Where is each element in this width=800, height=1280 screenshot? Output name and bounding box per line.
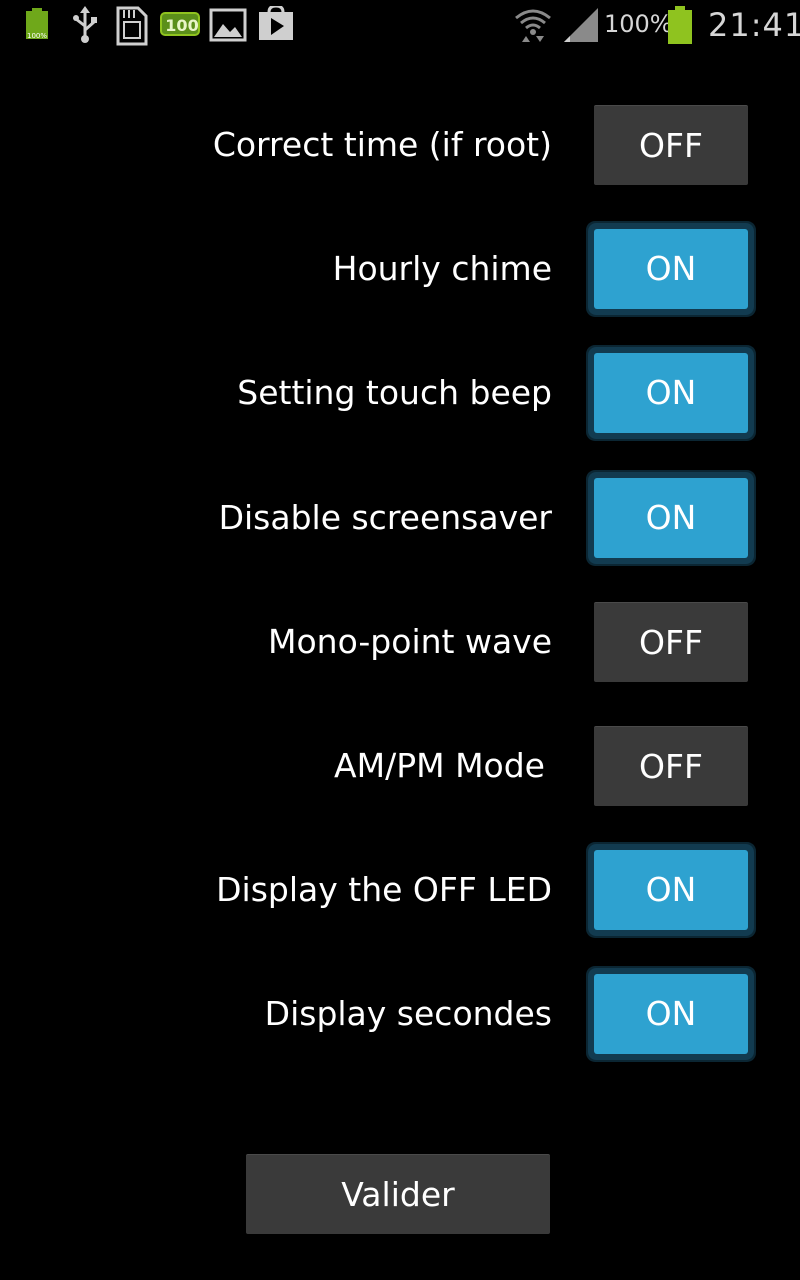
setting-label: AM/PM Mode [334,746,545,785]
status-bar: 100% 100 100% 21:41 [0,0,800,50]
battery-percent: 100% [604,10,673,38]
setting-label: Mono-point wave [268,622,552,661]
setting-row-disable-screensaver: Disable screensaver ON [0,473,800,563]
setting-row-mono-point-wave: Mono-point wave OFF [0,597,800,687]
toggle-touch-beep[interactable]: ON [594,353,748,433]
valider-button[interactable]: Valider [246,1154,550,1234]
setting-label: Setting touch beep [237,373,552,412]
sd-card-icon [116,6,148,46]
clock-time: 21:41 [708,6,800,44]
notification-badge-text: 100 [165,16,198,35]
setting-row-display-off-led: Display the OFF LED ON [0,845,800,935]
setting-row-am-pm-mode: AM/PM Mode OFF [0,721,800,811]
usb-icon [73,6,97,43]
toggle-display-secondes[interactable]: ON [594,974,748,1054]
setting-label: Disable screensaver [218,498,552,537]
toggle-hourly-chime[interactable]: ON [594,229,748,309]
setting-row-correct-time: Correct time (if root) OFF [0,100,800,190]
battery-small-label: 100% [27,32,47,40]
setting-row-hourly-chime: Hourly chime ON [0,224,800,314]
gallery-icon [209,8,247,42]
setting-row-touch-beep: Setting touch beep ON [0,348,800,438]
toggle-disable-screensaver[interactable]: ON [594,478,748,558]
wifi-icon [515,9,551,42]
setting-label: Hourly chime [332,249,552,288]
setting-label: Correct time (if root) [212,125,552,164]
notification-100-icon: 100 [160,12,200,36]
toggle-mono-point-wave[interactable]: OFF [594,602,748,682]
setting-row-display-secondes: Display secondes ON [0,969,800,1059]
toggle-display-off-led[interactable]: ON [594,850,748,930]
toggle-am-pm-mode[interactable]: OFF [594,726,748,806]
play-store-icon [259,6,293,40]
setting-label: Display secondes [264,994,552,1033]
battery-icon [668,6,692,44]
toggle-correct-time[interactable]: OFF [594,105,748,185]
battery-small-icon: 100% [26,8,48,40]
signal-icon [564,8,598,42]
setting-label: Display the OFF LED [216,870,552,909]
